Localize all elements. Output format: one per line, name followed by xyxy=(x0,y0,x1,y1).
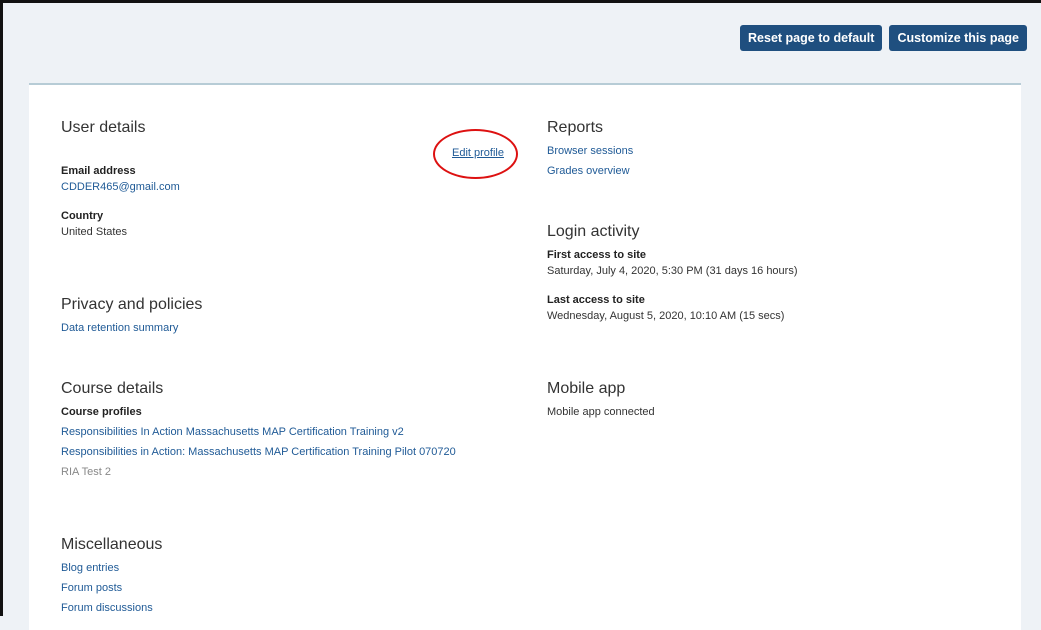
course-link[interactable]: Responsibilities In Action Massachusetts… xyxy=(61,426,404,438)
privacy-heading: Privacy and policies xyxy=(61,296,203,313)
course-link[interactable]: Responsibilities in Action: Massachusett… xyxy=(61,446,456,458)
profile-panel: User details Edit profile Email address … xyxy=(29,83,1021,630)
first-access-label: First access to site xyxy=(547,249,647,261)
country-label: Country xyxy=(61,210,104,222)
email-label: Email address xyxy=(61,165,136,177)
data-retention-link[interactable]: Data retention summary xyxy=(61,322,178,334)
user-details-heading: User details xyxy=(61,119,146,136)
email-link[interactable]: CDDER465@gmail.com xyxy=(61,181,180,193)
course-profiles-label: Course profiles xyxy=(61,406,142,418)
course-item-muted: RIA Test 2 xyxy=(61,466,111,478)
edit-profile-link[interactable]: Edit profile xyxy=(452,147,504,159)
page-actions: Reset page to default Customize this pag… xyxy=(740,25,1027,51)
forum-discussions-link[interactable]: Forum discussions xyxy=(61,602,153,614)
forum-posts-link[interactable]: Forum posts xyxy=(61,582,122,594)
browser-sessions-link[interactable]: Browser sessions xyxy=(547,145,633,157)
login-activity-heading: Login activity xyxy=(547,223,640,240)
last-access-value: Wednesday, August 5, 2020, 10:10 AM (15 … xyxy=(547,310,785,322)
reset-page-button[interactable]: Reset page to default xyxy=(740,25,883,51)
mobile-app-status: Mobile app connected xyxy=(547,406,655,418)
customize-page-button[interactable]: Customize this page xyxy=(889,25,1027,51)
miscellaneous-heading: Miscellaneous xyxy=(61,536,163,553)
grades-overview-link[interactable]: Grades overview xyxy=(547,165,630,177)
blog-entries-link[interactable]: Blog entries xyxy=(61,562,119,574)
country-value: United States xyxy=(61,226,128,238)
first-access-value: Saturday, July 4, 2020, 5:30 PM (31 days… xyxy=(547,265,798,277)
mobile-app-heading: Mobile app xyxy=(547,380,626,397)
course-details-heading: Course details xyxy=(61,380,164,397)
last-access-label: Last access to site xyxy=(547,294,645,306)
reports-heading: Reports xyxy=(547,119,604,136)
